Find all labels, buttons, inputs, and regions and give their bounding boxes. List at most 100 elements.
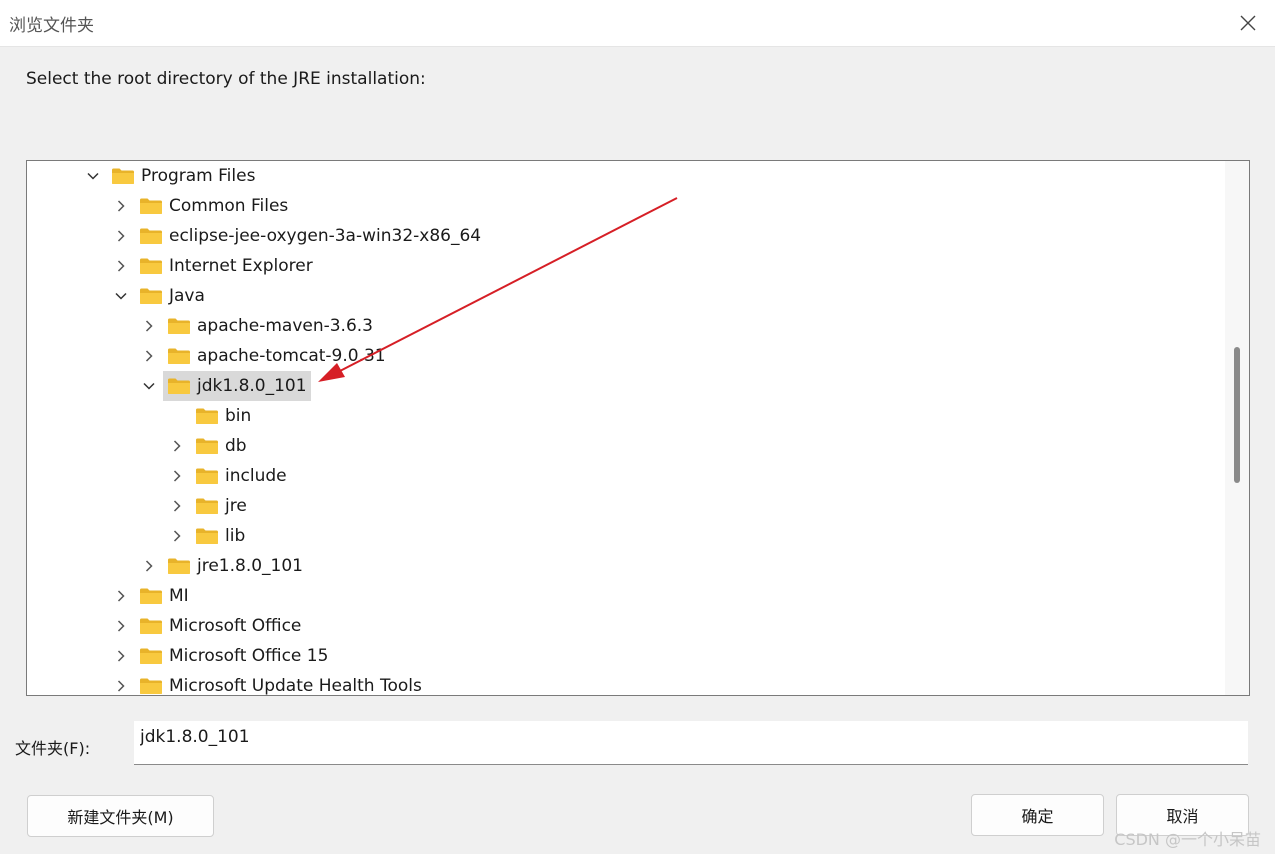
- tree-row[interactable]: Program Files: [27, 161, 1225, 191]
- tree-node[interactable]: Microsoft Office 15: [135, 641, 332, 671]
- tree-node-label: db: [225, 436, 247, 456]
- tree-row[interactable]: Microsoft Office 15: [27, 641, 1225, 671]
- tree-node[interactable]: jre1.8.0_101: [163, 551, 307, 581]
- folder-icon: [140, 228, 162, 244]
- folder-icon: [196, 408, 218, 424]
- chevron-right-icon[interactable]: [113, 648, 129, 664]
- tree-node[interactable]: Java: [135, 281, 209, 311]
- chevron-down-icon[interactable]: [113, 288, 129, 304]
- folder-tree[interactable]: Program Files Common Files eclipse-jee-oxy…: [26, 160, 1250, 696]
- tree-node[interactable]: db: [191, 431, 251, 461]
- tree-node-label: eclipse-jee-oxygen-3a-win32-x86_64: [169, 226, 482, 246]
- tree-row[interactable]: Internet Explorer: [27, 251, 1225, 281]
- close-button[interactable]: [1231, 6, 1265, 40]
- tree-node-label: Java: [169, 286, 205, 306]
- tree-row[interactable]: include: [27, 461, 1225, 491]
- ok-button[interactable]: 确定: [971, 794, 1104, 836]
- tree-node-label: jre: [225, 496, 247, 516]
- tree-node[interactable]: jre: [191, 491, 251, 521]
- tree-node-label: lib: [225, 526, 246, 546]
- window-title: 浏览文件夹: [9, 16, 94, 36]
- chevron-right-icon[interactable]: [141, 318, 157, 334]
- tree-row[interactable]: lib: [27, 521, 1225, 551]
- tree-node[interactable]: Internet Explorer: [135, 251, 317, 281]
- tree-row[interactable]: Common Files: [27, 191, 1225, 221]
- tree-node[interactable]: apache-tomcat-9.0.31: [163, 341, 390, 371]
- new-folder-button[interactable]: 新建文件夹(M): [27, 795, 214, 837]
- tree-node-label: MI: [169, 586, 189, 606]
- tree-node-label: jre1.8.0_101: [197, 556, 304, 576]
- tree-node-selected[interactable]: jdk1.8.0_101: [163, 371, 311, 401]
- tree-row[interactable]: apache-maven-3.6.3: [27, 311, 1225, 341]
- folder-icon: [140, 288, 162, 304]
- folder-icon: [168, 318, 190, 334]
- chevron-right-icon[interactable]: [169, 498, 185, 514]
- chevron-right-icon[interactable]: [169, 528, 185, 544]
- tree-node-label: include: [225, 466, 287, 486]
- chevron-right-icon[interactable]: [113, 258, 129, 274]
- tree-node[interactable]: Common Files: [135, 191, 292, 221]
- folder-input[interactable]: [134, 721, 1248, 765]
- folder-icon: [168, 348, 190, 364]
- tree-node-label: apache-maven-3.6.3: [197, 316, 374, 336]
- folder-icon: [140, 258, 162, 274]
- tree-node-label: Microsoft Office 15: [169, 646, 329, 666]
- folder-icon: [140, 648, 162, 664]
- tree-node[interactable]: Microsoft Update Health Tools: [135, 671, 426, 696]
- tree-node[interactable]: include: [191, 461, 291, 491]
- tree-row[interactable]: jre1.8.0_101: [27, 551, 1225, 581]
- title-bar: 浏览文件夹: [0, 0, 1275, 47]
- tree-row[interactable]: apache-tomcat-9.0.31: [27, 341, 1225, 371]
- tree-node-label: jdk1.8.0_101: [197, 376, 307, 396]
- tree-row[interactable]: Microsoft Update Health Tools: [27, 671, 1225, 696]
- tree-row[interactable]: MI: [27, 581, 1225, 611]
- tree-node-label: apache-tomcat-9.0.31: [197, 346, 386, 366]
- chevron-right-icon[interactable]: [113, 198, 129, 214]
- folder-icon: [196, 528, 218, 544]
- chevron-right-icon[interactable]: [141, 348, 157, 364]
- tree-node[interactable]: Program Files: [107, 161, 259, 191]
- tree-node-label: Program Files: [141, 166, 256, 186]
- tree-row[interactable]: db: [27, 431, 1225, 461]
- tree-node[interactable]: eclipse-jee-oxygen-3a-win32-x86_64: [135, 221, 485, 251]
- close-icon: [1240, 15, 1256, 31]
- folder-icon: [140, 588, 162, 604]
- scrollbar-thumb[interactable]: [1234, 347, 1240, 483]
- chevron-right-icon[interactable]: [113, 228, 129, 244]
- tree-row[interactable]: eclipse-jee-oxygen-3a-win32-x86_64: [27, 221, 1225, 251]
- chevron-right-icon[interactable]: [113, 588, 129, 604]
- tree-row[interactable]: Java: [27, 281, 1225, 311]
- folder-icon: [196, 438, 218, 454]
- chevron-right-icon[interactable]: [141, 558, 157, 574]
- folder-icon: [168, 558, 190, 574]
- folder-icon: [196, 498, 218, 514]
- tree-node[interactable]: lib: [191, 521, 249, 551]
- folder-icon: [168, 378, 190, 394]
- tree-node[interactable]: bin: [191, 401, 255, 431]
- tree-node-label: Microsoft Update Health Tools: [169, 676, 422, 696]
- tree-row[interactable]: jre: [27, 491, 1225, 521]
- chevron-right-icon[interactable]: [113, 678, 129, 694]
- chevron-right-icon[interactable]: [169, 468, 185, 484]
- tree-node[interactable]: Microsoft Office: [135, 611, 305, 641]
- tree-row[interactable]: jdk1.8.0_101: [27, 371, 1225, 401]
- watermark: CSDN @一个小呆苗: [1114, 830, 1261, 849]
- tree-node[interactable]: apache-maven-3.6.3: [163, 311, 377, 341]
- folder-icon: [140, 678, 162, 694]
- vertical-scrollbar[interactable]: [1225, 161, 1249, 695]
- tree-node[interactable]: MI: [135, 581, 193, 611]
- chevron-right-icon[interactable]: [169, 438, 185, 454]
- tree-node-label: bin: [225, 406, 252, 426]
- tree-row[interactable]: bin: [27, 401, 1225, 431]
- tree-node-label: Microsoft Office: [169, 616, 302, 636]
- folder-icon: [140, 198, 162, 214]
- folder-field-label: 文件夹(F):: [15, 739, 91, 758]
- chevron-right-icon[interactable]: [113, 618, 129, 634]
- chevron-down-icon[interactable]: [141, 378, 157, 394]
- folder-icon: [140, 618, 162, 634]
- tree-node-label: Common Files: [169, 196, 289, 216]
- chevron-down-icon[interactable]: [85, 168, 101, 184]
- instruction-text: Select the root directory of the JRE ins…: [26, 69, 426, 89]
- folder-icon: [196, 468, 218, 484]
- tree-row[interactable]: Microsoft Office: [27, 611, 1225, 641]
